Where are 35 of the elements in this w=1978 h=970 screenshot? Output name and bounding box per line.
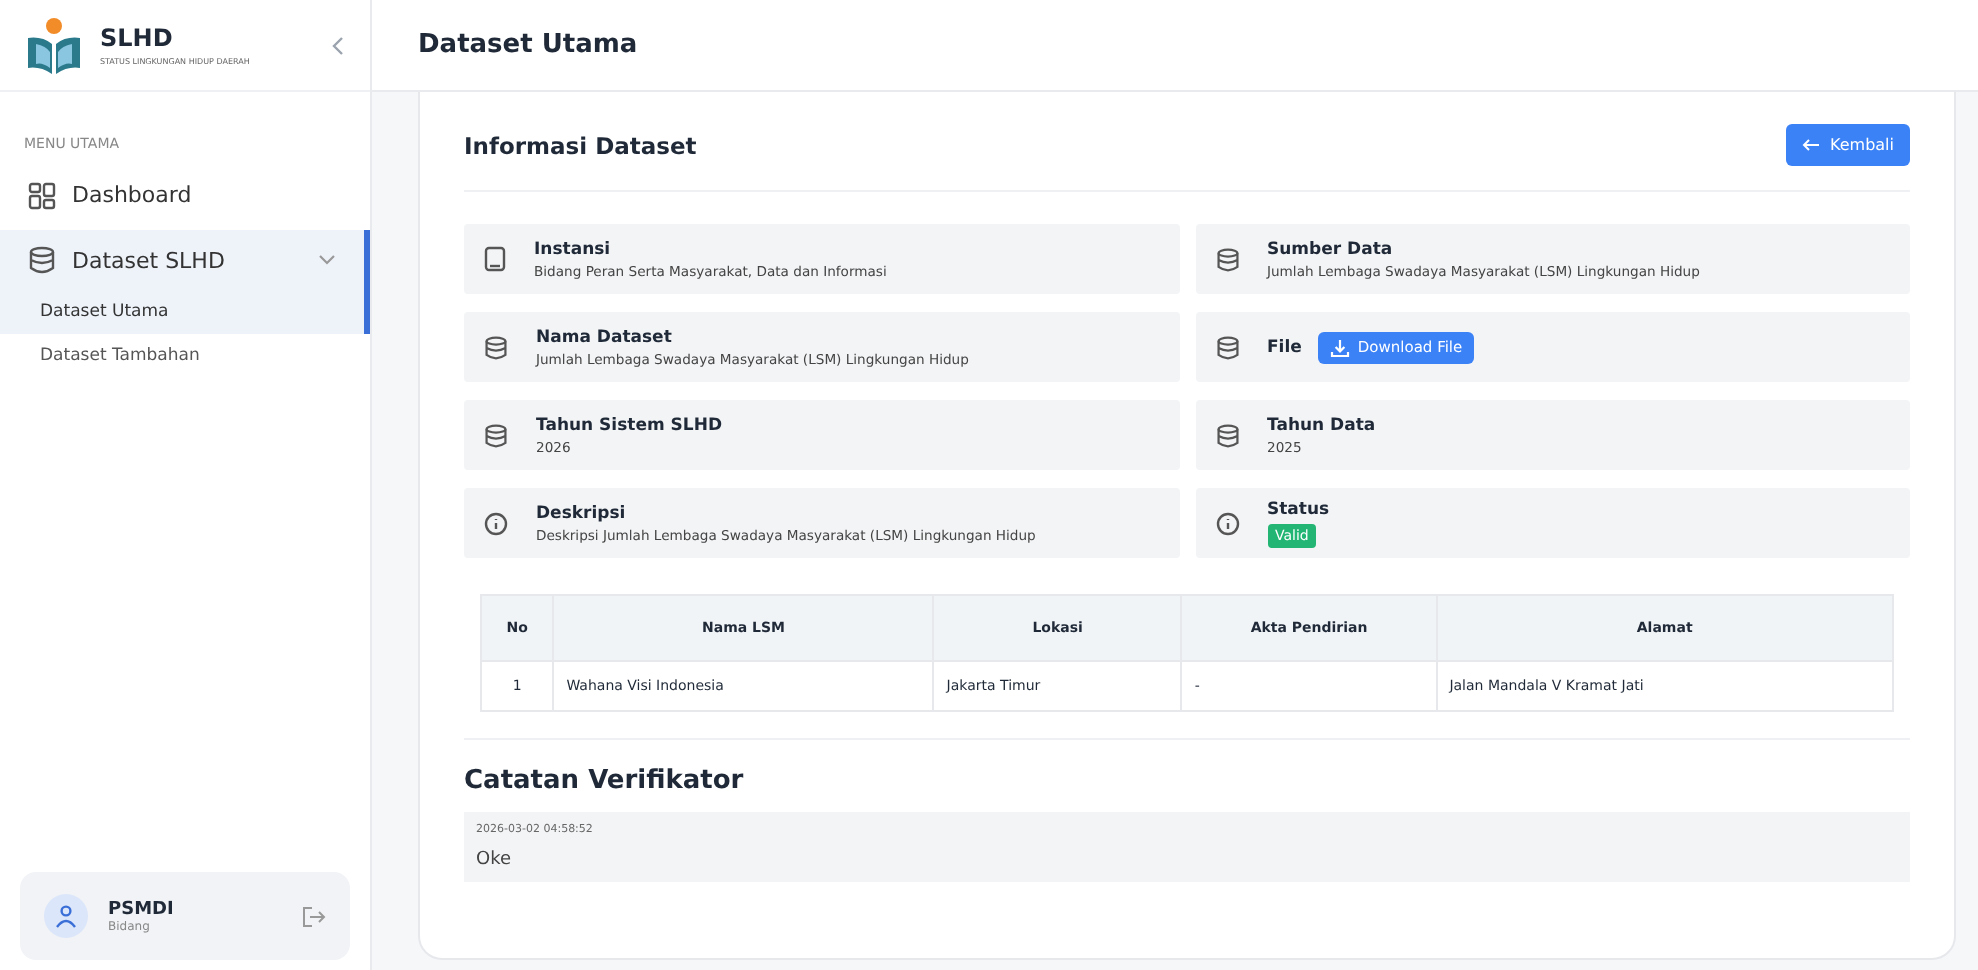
nav-item[interactable]: Dataset SLHD [0, 230, 370, 290]
database-icon [484, 423, 508, 447]
logout-icon[interactable] [302, 905, 326, 927]
field-label: Tahun Data [1267, 415, 1376, 435]
back-button[interactable]: Kembali [1786, 124, 1910, 166]
nav-subitem[interactable]: Dataset Tambahan [0, 334, 370, 378]
field-label: Status [1267, 499, 1330, 519]
note-text: Oke [476, 850, 514, 870]
logo-icon [24, 15, 84, 75]
field-label: Deskripsi [536, 503, 628, 523]
database-icon [484, 335, 508, 359]
database-icon [28, 246, 56, 274]
nav-item[interactable]: Dashboard [0, 168, 370, 222]
database-icon [1215, 247, 1239, 271]
collapse-icon[interactable] [330, 35, 346, 55]
nav-subitem[interactable]: Dataset Utama [0, 290, 370, 334]
notes-title: Catatan Verifikator [464, 766, 746, 796]
info-icon [484, 511, 508, 535]
grid-icon [28, 181, 56, 209]
card-title: Informasi Dataset [464, 131, 697, 159]
info-icon [1215, 511, 1239, 535]
field-label: Tahun Sistem SLHD [536, 415, 722, 435]
database-icon [1215, 423, 1239, 447]
field-label: Nama Dataset [536, 327, 674, 347]
arrow-left-icon [1802, 138, 1820, 152]
field-label: File [1267, 337, 1302, 357]
tablet-icon [484, 246, 506, 272]
user-name: PSMDI [108, 899, 176, 919]
page-title: Dataset Utama [418, 30, 638, 60]
database-icon [1215, 335, 1239, 359]
field-label: Sumber Data [1267, 239, 1395, 259]
avatar-icon [44, 894, 88, 938]
download-icon [1329, 337, 1350, 357]
field-label: Instansi [534, 239, 613, 259]
app-title: SLHD [100, 24, 175, 52]
